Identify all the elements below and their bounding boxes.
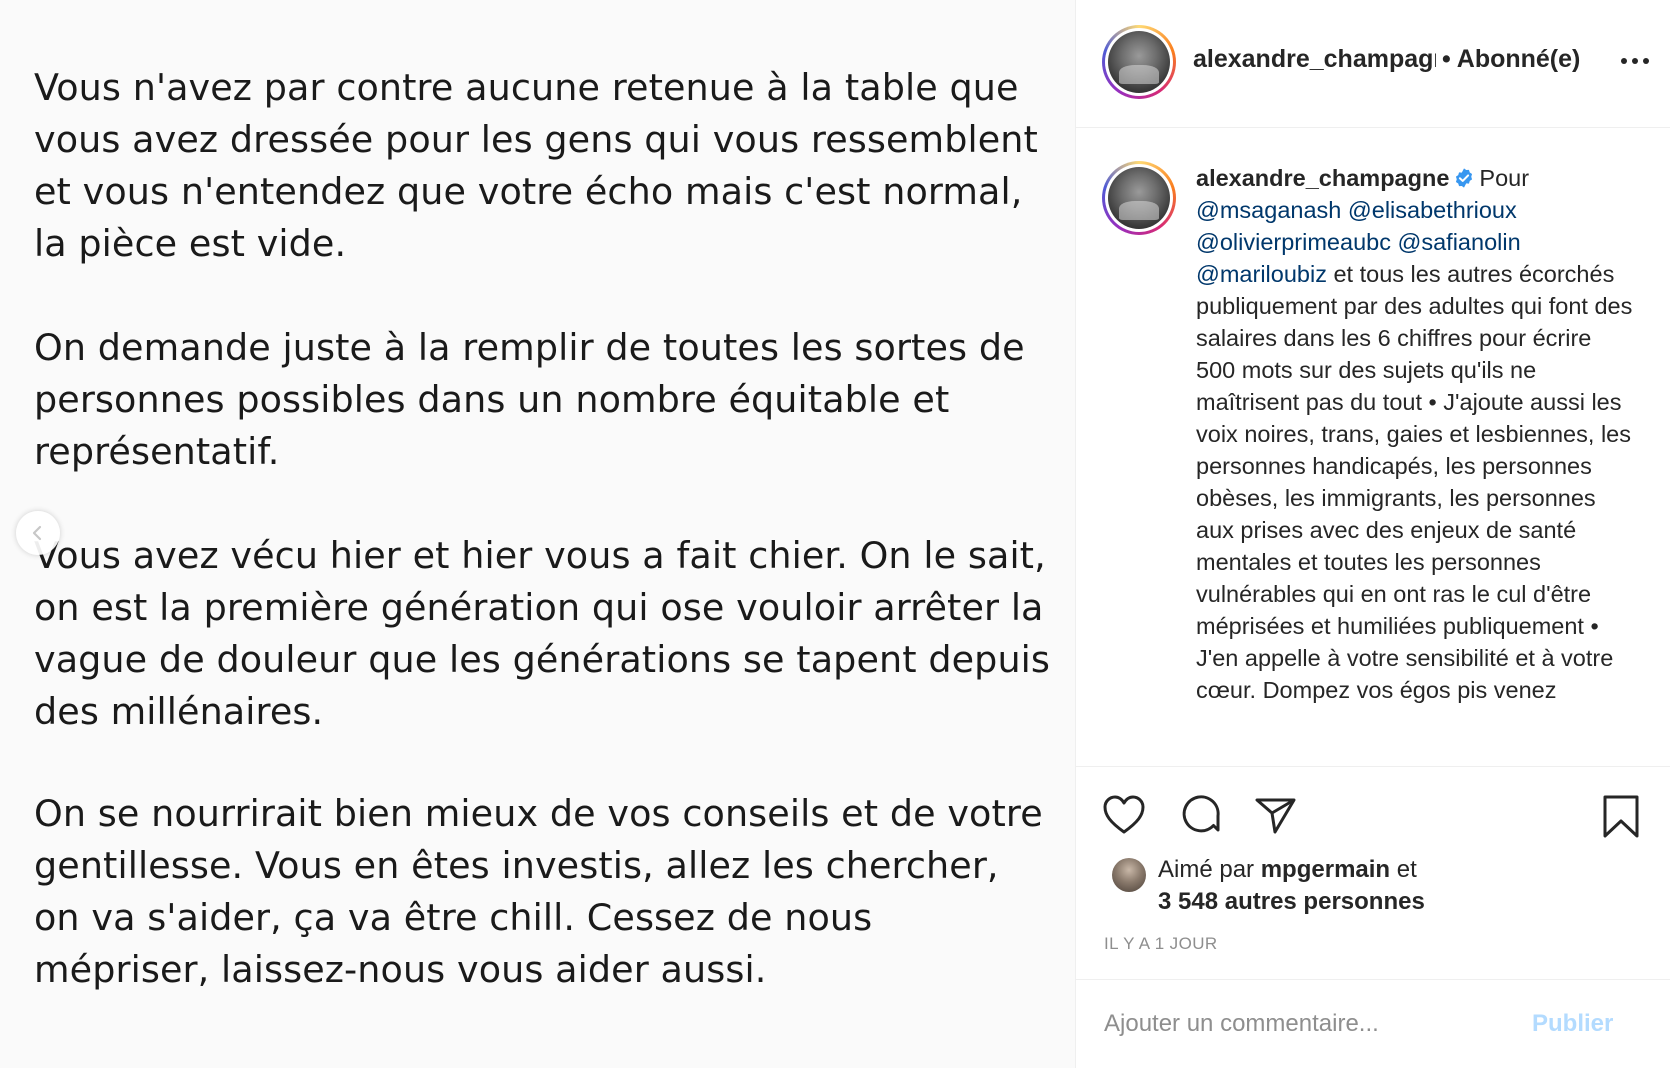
liker-avatar[interactable] [1112,858,1146,892]
chevron-left-icon [32,525,42,541]
mention-link[interactable]: @msaganash [1196,197,1341,223]
post-image[interactable]: Vous n'avez par contre aucune retenue à … [0,0,1075,1068]
likes-count-link[interactable]: 3 548 autres personnes [1158,886,1425,918]
image-paragraph: Vous n'avez par contre aucune retenue à … [34,66,1038,265]
header-username-link[interactable]: alexandre_champagne [1193,45,1436,74]
paper-plane-icon [1255,798,1296,834]
post-actions: Aimé par mpgermain et 3 548 autres perso… [1076,766,1670,1068]
publish-button[interactable]: Publier [1532,1010,1613,1038]
caption-author-avatar[interactable] [1102,161,1176,235]
caption-text: alexandre_champagne Pour @msaganash @eli… [1196,162,1636,706]
carousel-prev-button[interactable] [16,511,60,555]
caption-author-avatar-photo [1108,167,1170,229]
author-avatar[interactable] [1102,25,1176,99]
image-paragraph: On se nourrirait bien mieux de vos conse… [34,792,1043,991]
save-button[interactable] [1601,794,1641,845]
post-timestamp[interactable]: IL Y A 1 JOUR [1104,934,1218,954]
caption-scroll-area[interactable]: alexandre_champagne Pour @msaganash @eli… [1076,129,1670,766]
mention-link[interactable]: @olivierprimeaubc [1196,229,1391,255]
more-horizontal-icon [1621,58,1627,64]
likes-prefix: Aimé par [1158,856,1255,883]
caption-body: et tous les autres écorchés publiquement… [1196,261,1633,703]
follow-status-button[interactable]: Abonné(e) [1457,45,1581,74]
caption-intro: Pour [1479,165,1530,191]
like-button[interactable] [1102,794,1146,841]
more-options-button[interactable] [1614,44,1656,78]
verified-badge-icon [1456,168,1473,188]
image-paragraph: On demande juste à la remplir de toutes … [34,326,1025,473]
heart-icon [1103,795,1145,834]
mention-link[interactable]: @elisabethrioux [1348,197,1517,223]
share-button[interactable] [1254,794,1298,843]
liker-username-link[interactable]: mpgermain [1261,856,1390,883]
mention-link[interactable]: @safianolin [1398,229,1521,255]
bookmark-icon [1603,795,1639,838]
post-header: alexandre_champagne • Abonné(e) [1076,0,1670,128]
header-author-line: alexandre_champagne • Abonné(e) [1193,42,1580,76]
caption-username-link[interactable]: alexandre_champagne [1196,165,1449,191]
comment-bar: Publier [1076,979,1670,1068]
image-paragraph: Vous avez vécu hier et hier vous a fait … [34,534,1051,733]
comment-input[interactable] [1104,1006,1524,1042]
post-sidebar: alexandre_champagne • Abonné(e) alexandr… [1075,0,1670,1068]
comment-bubble-icon [1182,795,1220,833]
comment-button[interactable] [1180,794,1224,843]
likes-conjunction: et [1396,856,1417,883]
header-separator: • [1442,44,1451,73]
author-avatar-photo [1108,31,1170,93]
mention-link[interactable]: @mariloubiz [1196,261,1327,287]
